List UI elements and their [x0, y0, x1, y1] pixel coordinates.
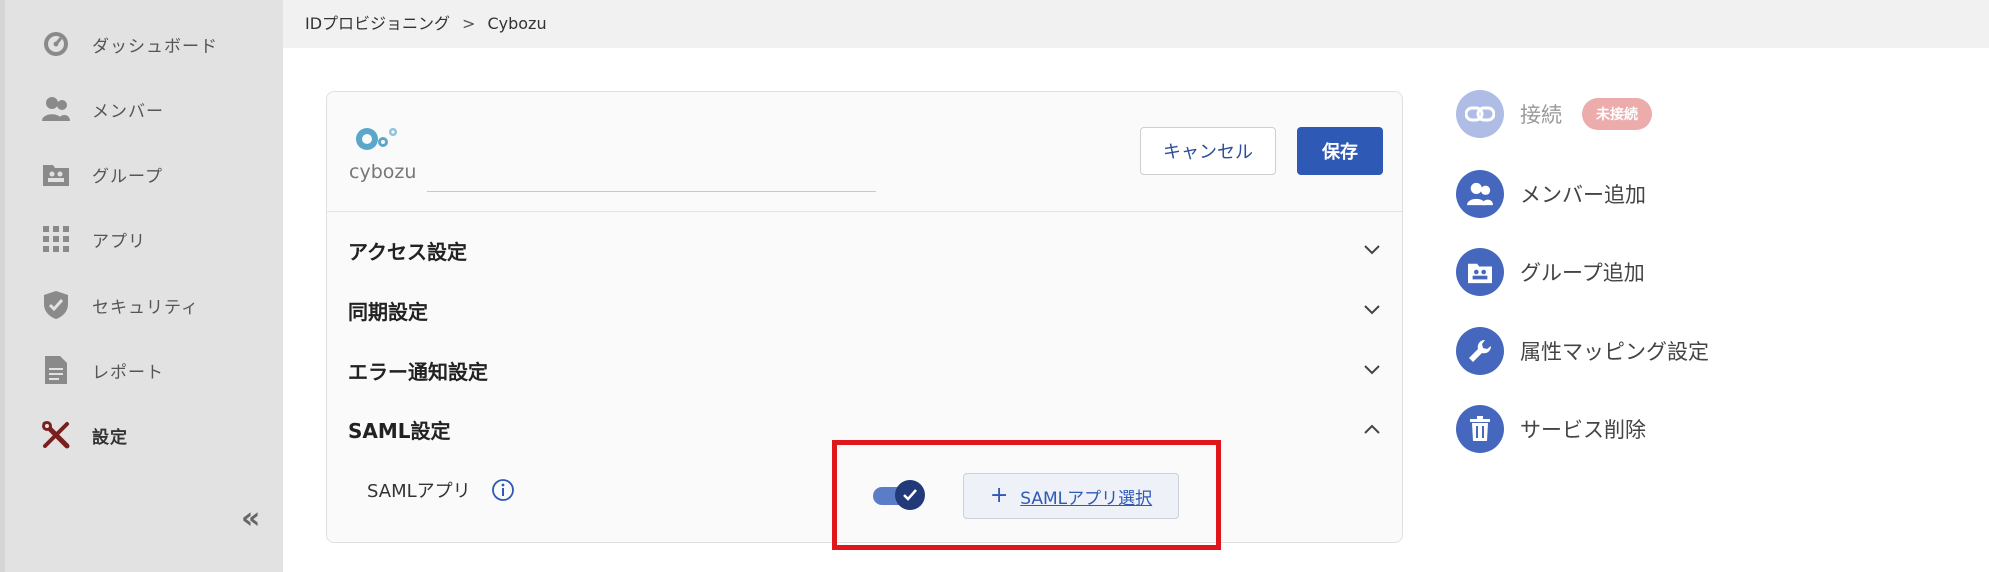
chevron-down-icon [1362, 360, 1382, 380]
tools-icon [40, 419, 72, 451]
members-icon [1456, 170, 1504, 218]
section-title: エラー通知設定 [348, 359, 488, 384]
save-button[interactable]: 保存 [1297, 127, 1383, 175]
sidebar: ダッシュボード メンバー グループ アプリ セキュリティ レポート 設定 « [0, 0, 283, 572]
info-icon[interactable] [491, 478, 515, 502]
chevron-down-icon [1362, 240, 1382, 260]
add-member-action[interactable]: メンバー追加 [1456, 170, 1646, 218]
sidebar-item-label: 設定 [92, 427, 128, 448]
status-badge: 未接続 [1582, 98, 1652, 130]
sidebar-item-label: セキュリティ [92, 297, 199, 318]
cancel-button[interactable]: キャンセル [1140, 127, 1276, 175]
breadcrumb: IDプロビジョニング > Cybozu [305, 10, 547, 34]
sidebar-item-members[interactable]: メンバー [40, 89, 164, 129]
breadcrumb-parent-link[interactable]: IDプロビジョニング [305, 14, 450, 33]
sidebar-item-groups[interactable]: グループ [40, 154, 163, 194]
delete-service-action[interactable]: サービス削除 [1456, 405, 1646, 453]
sidebar-item-label: レポート [92, 362, 164, 383]
section-sync-settings[interactable]: 同期設定 [348, 290, 1382, 330]
cybozu-logo: cybozu [347, 125, 417, 185]
add-group-action[interactable]: グループ追加 [1456, 248, 1645, 296]
section-title: 同期設定 [348, 299, 428, 324]
sidebar-item-settings[interactable]: 設定 [40, 415, 128, 455]
sidebar-item-reports[interactable]: レポート [40, 350, 164, 390]
attribute-mapping-label: 属性マッピング設定 [1520, 340, 1709, 364]
add-group-label: グループ追加 [1520, 261, 1645, 285]
group-icon [1456, 248, 1504, 296]
connect-action[interactable]: 接続 未接続 [1456, 90, 1652, 138]
report-icon [40, 354, 72, 386]
apps-grid-icon [40, 223, 72, 255]
sidebar-item-security[interactable]: セキュリティ [40, 285, 199, 325]
section-access-settings[interactable]: アクセス設定 [348, 230, 1382, 270]
sidebar-item-dashboard[interactable]: ダッシュボード [40, 24, 218, 64]
section-title: SAML設定 [348, 418, 451, 443]
wrench-icon [1456, 327, 1504, 375]
chevron-up-icon [1362, 419, 1382, 439]
delete-service-label: サービス削除 [1520, 418, 1646, 442]
breadcrumb-bar: IDプロビジョニング > Cybozu [283, 0, 1989, 48]
sidebar-item-label: メンバー [92, 101, 164, 122]
section-title: アクセス設定 [348, 239, 467, 264]
divider [327, 211, 1402, 212]
chevron-down-icon [1362, 300, 1382, 320]
saml-app-row: SAMLアプリ [367, 477, 515, 503]
service-name-input[interactable] [427, 183, 876, 192]
connect-label: 接続 [1520, 103, 1562, 127]
shield-icon [40, 289, 72, 321]
group-icon [40, 158, 72, 190]
highlight-box [832, 440, 1221, 550]
sidebar-item-label: グループ [92, 166, 163, 187]
add-member-label: メンバー追加 [1520, 183, 1646, 207]
sidebar-item-label: ダッシュボード [92, 36, 218, 57]
members-icon [40, 93, 72, 125]
breadcrumb-separator: > [462, 14, 476, 33]
breadcrumb-current: Cybozu [487, 14, 547, 33]
logo-text: cybozu [349, 161, 417, 183]
collapse-sidebar-button[interactable]: « [241, 504, 260, 534]
trash-icon [1456, 405, 1504, 453]
section-error-notification-settings[interactable]: エラー通知設定 [348, 350, 1382, 390]
sidebar-item-apps[interactable]: アプリ [40, 219, 146, 259]
dashboard-icon [40, 28, 72, 60]
link-icon [1456, 90, 1504, 138]
saml-app-label: SAMLアプリ [367, 481, 471, 502]
sidebar-item-label: アプリ [92, 231, 146, 252]
attribute-mapping-action[interactable]: 属性マッピング設定 [1456, 327, 1709, 375]
